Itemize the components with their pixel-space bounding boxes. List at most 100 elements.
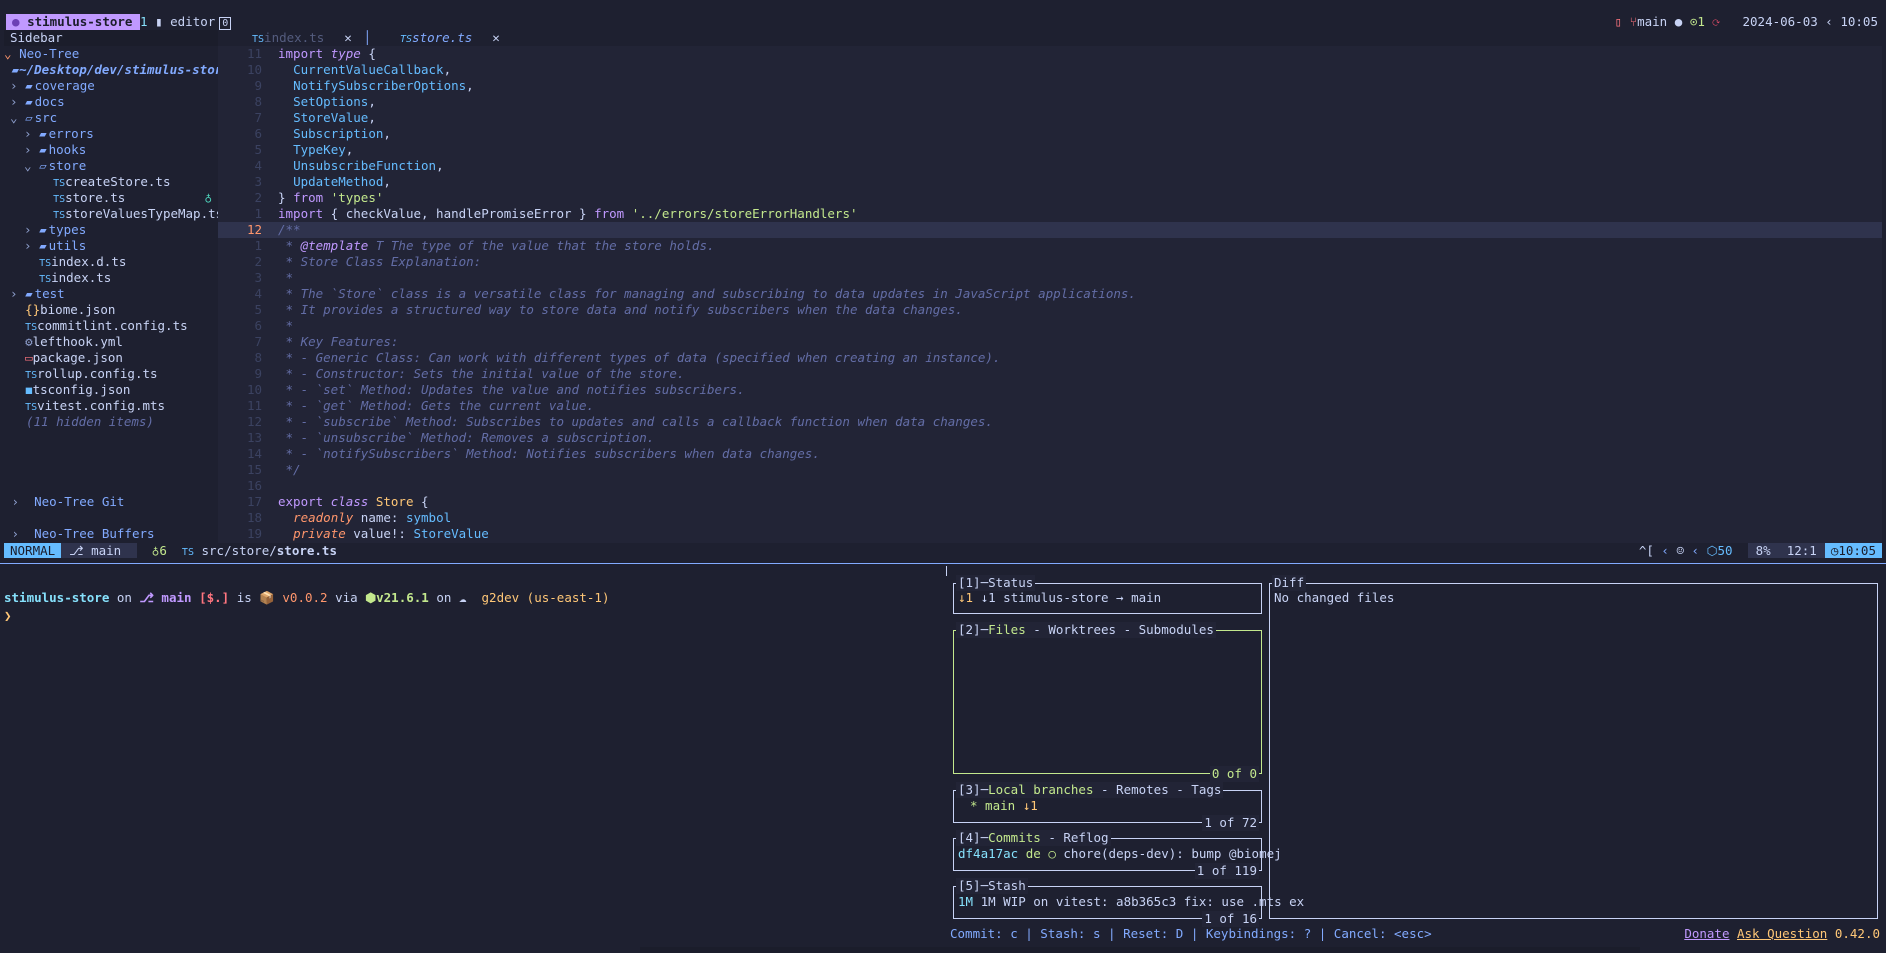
lazygit-status-panel[interactable]: [1]─Status ↓1 ↓1 stimulus-store → main <box>953 575 1262 614</box>
code-line[interactable]: 4 UnsubscribeFunction, <box>218 158 1882 174</box>
code-line[interactable]: 11 * - `get` Method: Gets the current va… <box>218 398 1882 414</box>
tree-item[interactable]: ◼tsconfig.json <box>4 382 218 398</box>
typescript-icon: TS <box>39 274 52 285</box>
line-content: } from 'types' <box>278 190 384 205</box>
code-line[interactable]: 7 * Key Features: <box>218 334 1882 350</box>
neo-tree-header[interactable]: ⌄ Neo-Tree <box>4 46 218 62</box>
code-line[interactable]: 14 * - `notifySubscribers` Method: Notif… <box>218 446 1882 462</box>
typescript-icon: TS <box>25 322 38 333</box>
line-number: 5 <box>254 302 262 317</box>
tree-item[interactable]: › ▰ hooks <box>4 142 218 158</box>
folder-icon: ▰ <box>39 222 47 237</box>
code-line[interactable]: 10 * - `set` Method: Updates the value a… <box>218 382 1882 398</box>
folder-open-icon: ▱ <box>39 158 47 173</box>
line-number: 2 <box>254 190 262 205</box>
lazygit-files-panel[interactable]: [2]─Files - Worktrees - Submodules 0 of … <box>953 622 1262 782</box>
code-line[interactable]: 17 export class Store { <box>218 494 1882 510</box>
chevron-icon: ⌄ <box>10 110 26 125</box>
tmux-right-status: ▯ ⑂main ● ⊙1 ⟳ 2024-06-03 ‹ 10:05 <box>1614 14 1878 29</box>
close-icon[interactable]: ✕ <box>344 30 352 45</box>
tree-item[interactable]: TSvitest.config.mts <box>4 398 218 414</box>
code-line[interactable]: 4 * The `Store` class is a versatile cla… <box>218 286 1882 302</box>
code-line[interactable]: 2 * Store Class Explanation: <box>218 254 1882 270</box>
code-line[interactable]: 12 /** <box>218 222 1882 238</box>
shell-prompt-info: stimulus-store on ⎇ main [$.] is 📦 v0.0.… <box>4 590 610 605</box>
code-line[interactable]: 6 Subscription, <box>218 126 1882 142</box>
code-line[interactable]: 3 UpdateMethod, <box>218 174 1882 190</box>
code-line[interactable]: 5 * It provides a structured way to stor… <box>218 302 1882 318</box>
tree-item[interactable]: › ▰ docs <box>4 94 218 110</box>
tree-item[interactable]: › ▰ utils <box>4 238 218 254</box>
code-line[interactable]: 13 * - `unsubscribe` Method: Removes a s… <box>218 430 1882 446</box>
lazygit-diff-panel[interactable]: Diff No changed files <box>1269 575 1878 919</box>
json-icon: {} <box>25 302 41 317</box>
code-line[interactable]: 15 */ <box>218 462 1882 478</box>
code-line[interactable]: 10 CurrentValueCallback, <box>218 62 1882 78</box>
code-line[interactable]: 9 * - Constructor: Sets the initial valu… <box>218 366 1882 382</box>
tree-item[interactable]: ⌄ ▱ src <box>4 110 218 126</box>
line-content: * Key Features: <box>278 334 399 349</box>
tab-store-ts[interactable]: TSstore.ts ✕ <box>400 30 500 46</box>
code-line[interactable]: 2 } from 'types' <box>218 190 1882 206</box>
code-line[interactable]: 19 private value!: StoreValue <box>218 526 1882 542</box>
tree-item[interactable]: TSrollup.config.ts <box>4 366 218 382</box>
donate-link[interactable]: Donate <box>1684 926 1729 941</box>
tree-item[interactable]: {}biome.json <box>4 302 218 318</box>
tree-item[interactable]: TSstoreValuesTypeMap.ts <box>4 206 218 222</box>
tree-item[interactable]: ⚙lefthook.yml <box>4 334 218 350</box>
neo-tree-git-section[interactable]: › Neo-Tree Git <box>4 494 218 510</box>
chevron-icon: ⌄ <box>24 158 40 173</box>
lazygit-stash-panel[interactable]: [5]─Stash 1M 1M WIP on vitest: a8b365c3 … <box>953 878 1304 927</box>
tmux-window[interactable]: 1 ▮ editor 0 <box>140 14 232 30</box>
tree-item[interactable]: ⌄ ▱ store <box>4 158 218 174</box>
shell-cursor[interactable]: ❯ <box>4 607 944 625</box>
tree-item[interactable]: TScreateStore.ts <box>4 174 218 190</box>
code-line[interactable]: 8 * - Generic Class: Can work with diffe… <box>218 350 1882 366</box>
tree-item[interactable]: › ▰ test <box>4 286 218 302</box>
line-number: 16 <box>246 478 262 493</box>
code-line[interactable]: 9 NotifySubscriberOptions, <box>218 78 1882 94</box>
code-line[interactable]: 7 StoreValue, <box>218 110 1882 126</box>
code-line[interactable]: 18 readonly name: symbol <box>218 510 1882 526</box>
tree-item[interactable]: TScommitlint.config.ts <box>4 318 218 334</box>
lazygit-commits-panel[interactable]: [4]─Commits - Reflog df4a17ac de ○ chore… <box>953 830 1282 879</box>
tree-item[interactable]: › ▰ errors <box>4 126 218 142</box>
chevron-icon: › <box>10 286 26 301</box>
code-line[interactable]: 8 SetOptions, <box>218 94 1882 110</box>
tab-index-ts[interactable]: TSindex.ts ✕ ▏ <box>252 30 374 46</box>
code-lines[interactable]: 11 import type {10 CurrentValueCallback, 9… <box>218 46 1882 542</box>
terminal-pane[interactable]: stimulus-store on ⎇ main [$.] is 📦 v0.0.… <box>4 589 944 629</box>
tree-item[interactable]: TSindex.ts <box>4 270 218 286</box>
tree-item[interactable]: ▭package.json <box>4 350 218 366</box>
window-icon: ▮ <box>155 14 163 29</box>
line-number: 1 <box>254 238 262 253</box>
tree-item[interactable]: TSstore.ts ♁ <box>4 190 218 206</box>
code-line[interactable]: 11 import type { <box>218 46 1882 62</box>
code-line[interactable]: 1 import { checkValue, handlePromiseError… <box>218 206 1882 222</box>
code-line[interactable]: 12 * - `subscribe` Method: Subscribes to… <box>218 414 1882 430</box>
tree-item[interactable]: TSindex.d.ts <box>4 254 218 270</box>
code-line[interactable]: 3 * <box>218 270 1882 286</box>
copilot-icon: ☺ <box>1676 543 1685 558</box>
typescript-icon: TS <box>53 194 66 205</box>
neo-tree-root[interactable]: ▰~/Desktop/dev/stimulus-stor <box>4 62 218 78</box>
neo-tree-buffers-section[interactable]: › Neo-Tree Buffers <box>4 526 218 542</box>
code-editor[interactable]: TSindex.ts ✕ ▏ TSstore.ts ✕ 11 import type … <box>218 30 1882 544</box>
lazygit-branches-panel[interactable]: [3]─Local branches - Remotes - Tags * ma… <box>953 782 1262 831</box>
tree-item[interactable]: › ▰ coverage <box>4 78 218 94</box>
line-content: TypeKey, <box>293 142 354 157</box>
chevron-icon: › <box>24 142 40 157</box>
ask-question-link[interactable]: Ask Question <box>1737 926 1827 941</box>
code-line[interactable]: 6 * <box>218 318 1882 334</box>
tree-item[interactable]: › ▰ types <box>4 222 218 238</box>
sidebar-title: Sidebar <box>4 30 218 46</box>
code-line[interactable]: 5 TypeKey, <box>218 142 1882 158</box>
code-line[interactable]: 1 * @template T The type of the value th… <box>218 238 1882 254</box>
line-number: 7 <box>254 110 262 125</box>
tmux-session[interactable]: ● stimulus-store <box>6 14 141 30</box>
close-icon[interactable]: ✕ <box>492 30 500 45</box>
code-line[interactable]: 16 <box>218 478 1882 494</box>
